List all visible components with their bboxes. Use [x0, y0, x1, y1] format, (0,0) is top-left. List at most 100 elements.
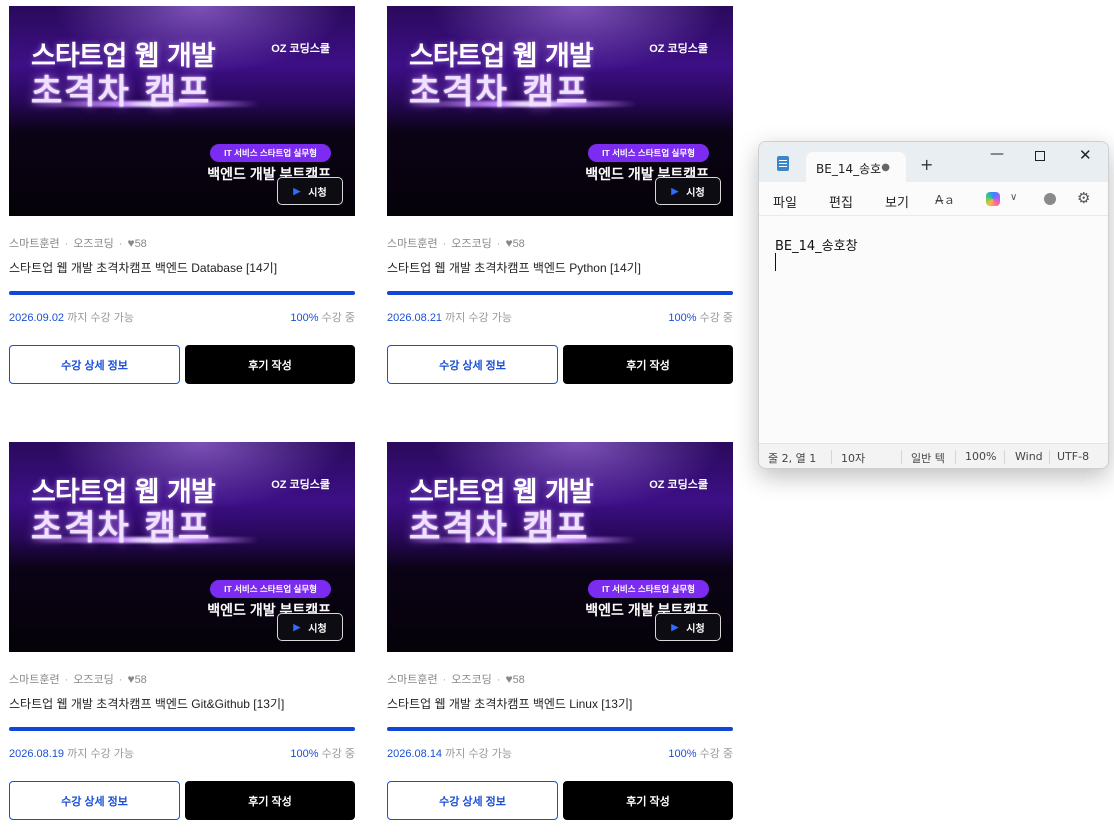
progress-percent: 100%	[290, 748, 319, 760]
course-meta: 스마트훈련 · 오즈코딩 · ♥58	[9, 671, 147, 687]
status-text: 수강 중	[318, 312, 355, 324]
course-likes: 58	[134, 238, 147, 250]
notepad-tab-title: BE_14_송호	[816, 162, 882, 176]
new-tab-button[interactable]: +	[920, 155, 933, 174]
write-review-button[interactable]: 후기 작성	[185, 345, 355, 384]
course-due: 2026.08.14 까지 수강 가능	[387, 745, 512, 761]
progress-percent: 100%	[668, 748, 697, 760]
course-title[interactable]: 스타트업 웹 개발 초격차캠프 백엔드 Python [14기]	[387, 259, 641, 276]
due-date: 2026.08.14	[387, 748, 443, 760]
write-review-button[interactable]: 후기 작성	[563, 781, 733, 820]
status-mode[interactable]: 일반 텍	[911, 450, 949, 466]
watch-label: 시청	[686, 623, 705, 635]
notepad-window[interactable]: BE_14_송호 ● + — ✕ 파일 편집 보기 A̶ａ ∨ ⚙ BE_14_…	[758, 141, 1109, 469]
progress-bar	[387, 291, 733, 295]
course-category: 스마트훈련	[9, 238, 60, 250]
status-chars: 10자	[841, 452, 866, 465]
meta-dot: ·	[64, 238, 69, 250]
progress-bar	[9, 727, 355, 731]
course-due: 2026.08.21 까지 수강 가능	[387, 309, 512, 325]
course-thumbnail[interactable]: 스타트업 웹 개발 초격차 캠프 OZ 코딩스쿨 IT 서비스 스타트업 실무형…	[387, 6, 733, 216]
due-suffix: 까지 수강 가능	[64, 312, 134, 324]
minimize-icon[interactable]: —	[990, 146, 1004, 162]
status-encoding[interactable]: UTF-8	[1057, 450, 1089, 463]
progress-bar	[9, 291, 355, 295]
status-zoom[interactable]: 100%	[965, 450, 996, 463]
progress-fill	[9, 727, 355, 731]
chevron-down-icon[interactable]: ∨	[1010, 192, 1017, 203]
course-provider: 오즈코딩	[73, 674, 114, 686]
due-suffix: 까지 수강 가능	[64, 748, 134, 760]
course-title[interactable]: 스타트업 웹 개발 초격차캠프 백엔드 Database [14기]	[9, 259, 277, 276]
course-thumbnail[interactable]: 스타트업 웹 개발 초격차 캠프 OZ 코딩스쿨 IT 서비스 스타트업 실무형…	[9, 6, 355, 216]
course-category: 스마트훈련	[387, 674, 438, 686]
status-text: 수강 중	[318, 748, 355, 760]
watch-button[interactable]: ▶ 시청	[277, 613, 343, 641]
play-icon: ▶	[293, 185, 301, 196]
notepad-tab[interactable]: BE_14_송호 ●	[806, 152, 906, 183]
course-detail-button[interactable]: 수강 상세 정보	[9, 781, 180, 820]
status-text: 수강 중	[696, 312, 733, 324]
status-divider	[901, 450, 902, 464]
format-icon[interactable]: A̶ａ	[935, 191, 955, 208]
banner-brand: OZ 코딩스쿨	[271, 479, 330, 491]
course-detail-button[interactable]: 수강 상세 정보	[387, 345, 558, 384]
status-divider	[1049, 450, 1050, 464]
notepad-titlebar[interactable]: BE_14_송호 ● + — ✕	[759, 142, 1108, 183]
course-status: 100% 수강 중	[668, 309, 733, 325]
watch-button[interactable]: ▶ 시청	[277, 177, 343, 205]
course-meta: 스마트훈련 · 오즈코딩 · ♥58	[387, 235, 525, 251]
course-thumbnail[interactable]: 스타트업 웹 개발 초격차 캠프 OZ 코딩스쿨 IT 서비스 스타트업 실무형…	[387, 442, 733, 652]
meta-dot: ·	[118, 674, 123, 686]
progress-bar	[387, 727, 733, 731]
settings-gear-icon[interactable]: ⚙	[1077, 189, 1090, 207]
banner-pill: IT 서비스 스타트업 실무형	[588, 580, 709, 598]
meta-dot: ·	[64, 674, 69, 686]
profile-icon[interactable]	[1044, 193, 1056, 205]
play-icon: ▶	[671, 621, 679, 632]
banner-brand: OZ 코딩스쿨	[649, 479, 708, 491]
close-icon[interactable]: ✕	[1079, 146, 1092, 164]
course-title[interactable]: 스타트업 웹 개발 초격차캠프 백엔드 Git&Github [13기]	[9, 695, 284, 712]
heart-icon[interactable]: ♥	[505, 672, 512, 686]
status-divider	[955, 450, 956, 464]
menu-view[interactable]: 보기	[885, 192, 909, 211]
meta-dot: ·	[442, 674, 447, 686]
play-icon: ▶	[293, 621, 301, 632]
meta-dot: ·	[442, 238, 447, 250]
course-detail-button[interactable]: 수강 상세 정보	[9, 345, 180, 384]
watch-label: 시청	[686, 187, 705, 199]
copilot-icon[interactable]	[986, 192, 1000, 206]
watch-button[interactable]: ▶ 시청	[655, 177, 721, 205]
heart-icon[interactable]: ♥	[127, 672, 134, 686]
menu-edit[interactable]: 편집	[829, 192, 853, 211]
maximize-icon[interactable]	[1035, 151, 1045, 161]
write-review-button[interactable]: 후기 작성	[563, 345, 733, 384]
notepad-app-icon	[777, 156, 789, 171]
course-title[interactable]: 스타트업 웹 개발 초격차캠프 백엔드 Linux [13기]	[387, 695, 632, 712]
write-review-button[interactable]: 후기 작성	[185, 781, 355, 820]
heart-icon[interactable]: ♥	[505, 236, 512, 250]
course-detail-button[interactable]: 수강 상세 정보	[387, 781, 558, 820]
unsaved-dot-icon: ●	[881, 162, 890, 173]
course-provider: 오즈코딩	[451, 674, 492, 686]
course-likes: 58	[512, 238, 525, 250]
course-likes: 58	[134, 674, 147, 686]
watch-button[interactable]: ▶ 시청	[655, 613, 721, 641]
course-card: 스타트업 웹 개발 초격차 캠프 OZ 코딩스쿨 IT 서비스 스타트업 실무형…	[9, 6, 355, 384]
status-line-ending[interactable]: Wind	[1015, 450, 1043, 463]
due-suffix: 까지 수강 가능	[442, 748, 512, 760]
course-category: 스마트훈련	[9, 674, 60, 686]
progress-fill	[387, 727, 733, 731]
due-suffix: 까지 수강 가능	[442, 312, 512, 324]
course-status: 100% 수강 중	[668, 745, 733, 761]
watch-label: 시청	[308, 623, 327, 635]
notepad-text-area[interactable]: BE_14_송호창	[775, 235, 858, 254]
notepad-menubar: 파일 편집 보기 A̶ａ ∨ ⚙	[759, 183, 1108, 216]
course-thumbnail[interactable]: 스타트업 웹 개발 초격차 캠프 OZ 코딩스쿨 IT 서비스 스타트업 실무형…	[9, 442, 355, 652]
heart-icon[interactable]: ♥	[127, 236, 134, 250]
course-card: 스타트업 웹 개발 초격차 캠프 OZ 코딩스쿨 IT 서비스 스타트업 실무형…	[387, 6, 733, 384]
status-position: 줄 2, 열 1	[768, 452, 817, 465]
menu-file[interactable]: 파일	[773, 192, 797, 211]
text-caret	[775, 253, 776, 271]
